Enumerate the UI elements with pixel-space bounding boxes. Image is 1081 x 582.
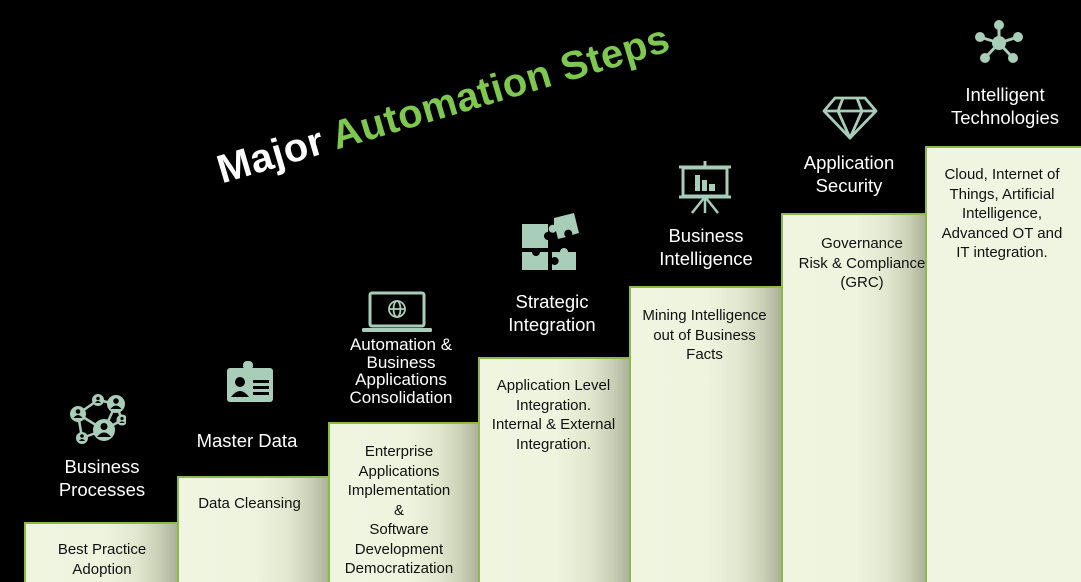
diagram-title: Major Automation Steps (212, 17, 675, 194)
step-2-box: Data Cleansing (177, 476, 332, 582)
presentation-chart-icon (677, 160, 733, 216)
step-3-heading: Automation & Business Applications Conso… (349, 335, 453, 407)
diamond-icon (822, 96, 878, 140)
step-6-description: Governance Risk & Compliance (GRC) (798, 235, 926, 291)
step-7-box: Cloud, Internet of Things, Artificial In… (925, 146, 1081, 582)
laptop-globe-icon (361, 290, 433, 334)
network-people-icon (64, 390, 126, 446)
puzzle-icon (520, 212, 580, 272)
step-5-heading: Business Intelligence (659, 225, 753, 269)
step-2-description: Data Cleansing (198, 495, 301, 512)
step-4-box: Application Level Integration. Internal … (478, 357, 633, 582)
step-4-description: Application Level Integration. Internal … (491, 377, 616, 453)
title-word-major: Major (212, 118, 330, 193)
step-5-box: Mining Intelligence out of Business Fact… (629, 286, 784, 582)
step-3-description: Enterprise Applications Implementation &… (344, 443, 454, 577)
title-word-automation-steps: Automation Steps (326, 16, 675, 159)
step-2-heading: Master Data (196, 430, 298, 451)
step-1-box: Best Practice Adoption (24, 522, 180, 582)
step-5-description: Mining Intelligence out of Business Fact… (642, 307, 767, 363)
step-7-heading: Intelligent Technologies (951, 84, 1059, 128)
step-6-box: Governance Risk & Compliance (GRC) (781, 213, 929, 582)
step-1-heading: Business Processes (58, 456, 146, 500)
id-badge-icon (225, 361, 275, 403)
step-1-description: Best Practice Adoption (57, 541, 147, 578)
step-7-description: Cloud, Internet of Things, Artificial In… (941, 166, 1063, 261)
step-4-heading: Strategic Integration (508, 291, 596, 335)
hub-network-icon (974, 19, 1024, 65)
step-3-box: Enterprise Applications Implementation &… (328, 422, 482, 582)
step-6-heading: Application Security (803, 152, 895, 196)
